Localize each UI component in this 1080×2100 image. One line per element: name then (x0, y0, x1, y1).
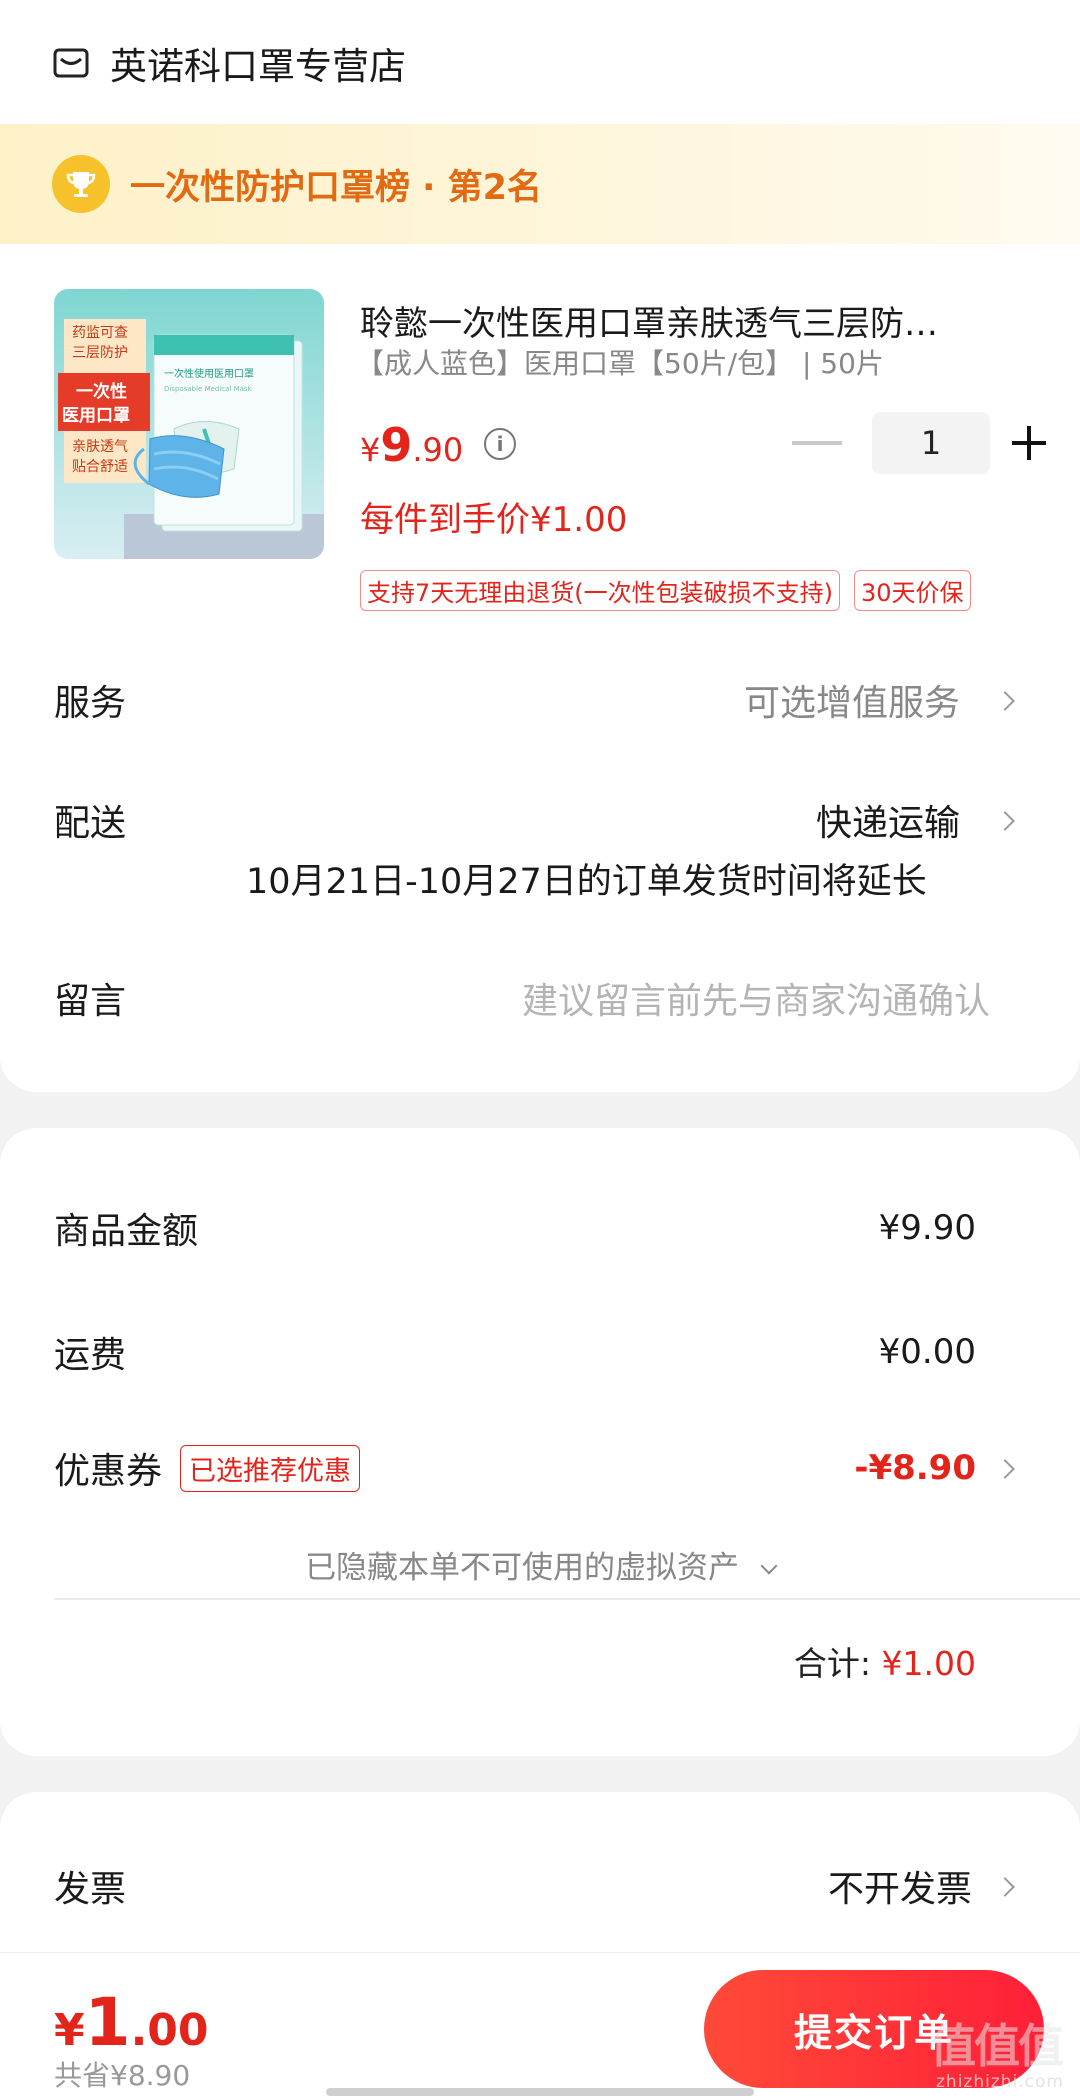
product-tags: 支持7天无理由退货(一次性包装破损不支持) 30天价保 (360, 570, 985, 611)
service-value: 可选增值服务 (743, 683, 960, 724)
goods-amount-value: ¥9.90 (878, 1208, 976, 1248)
price-protect-tag: 30天价保 (854, 570, 971, 611)
badge-line1: 药监可查 (72, 325, 128, 341)
order-item-card: 英诺科口罩专营店 一次性防护口罩榜 · 第2名 一次性使用医用口罩 Dispos… (0, 0, 1080, 1092)
service-label: 服务 (54, 683, 127, 724)
order-total: 合计: ¥1.00 (794, 1637, 976, 1685)
price-symbol: ¥ (360, 431, 381, 469)
invoice-row[interactable]: 发票 不开发票 (54, 1854, 1026, 1918)
invoice-label: 发票 (54, 1869, 127, 1910)
hidden-assets-text: 已隐藏本单不可使用的虚拟资产 (305, 1550, 740, 1586)
total-label: 合计: (793, 1644, 872, 1683)
bottom-price-int: 1 (84, 1984, 131, 2061)
divider (54, 1598, 1080, 1600)
decrease-button[interactable] (792, 441, 842, 445)
coupon-badge: 已选推荐优惠 (180, 1444, 361, 1492)
badge-line3: 亲肤透气 (72, 439, 128, 455)
chevron-right-icon (995, 691, 1015, 711)
badge-line4: 贴合舒适 (72, 459, 128, 475)
quantity-input[interactable]: 1 (872, 412, 990, 474)
coupon-value: -¥8.90 (854, 1448, 976, 1488)
store-icon (53, 48, 89, 78)
badge-line2: 三层防护 (72, 345, 128, 361)
saved-amount: 共省¥8.90 (54, 2059, 191, 2092)
badge-main2: 医用口罩 (62, 406, 130, 426)
product-price: ¥9.90 (360, 418, 463, 472)
invoice-value: 不开发票 (827, 1869, 972, 1910)
home-indicator[interactable] (326, 2088, 754, 2096)
bottom-price-symbol: ¥ (54, 2005, 85, 2056)
product-title[interactable]: 聆懿一次性医用口罩亲肤透气三层防… (360, 296, 1020, 345)
message-row[interactable]: 留言 建议留言前先与商家沟通确认 (54, 966, 1026, 1030)
delivery-note: 10月21日-10月27日的订单发货时间将延长 (246, 862, 927, 902)
message-label: 留言 (54, 981, 127, 1022)
store-header[interactable]: 英诺科口罩专营店 (52, 28, 406, 98)
increase-button[interactable] (1012, 426, 1046, 460)
delivery-row[interactable]: 配送 快递运输 (54, 788, 1026, 852)
coupon-row[interactable]: 优惠券 已选推荐优惠 -¥8.90 (54, 1436, 1026, 1500)
trophy-icon (52, 155, 110, 213)
chevron-right-icon (995, 811, 1015, 831)
watermark-url: zhizhizhi.com (936, 2072, 1064, 2092)
shipping-label: 运费 (54, 1335, 127, 1376)
chevron-right-icon (995, 1877, 1015, 1897)
delivery-label: 配送 (54, 803, 127, 844)
watermark-logo: 值值值 (930, 2019, 1064, 2073)
product-image[interactable]: 一次性使用医用口罩 Disposable Medical Mask 药监可查 三… (54, 289, 324, 559)
pack-en-text: Disposable Medical Mask (164, 385, 253, 393)
shipping-row: 运费 ¥0.00 (54, 1320, 1026, 1384)
rank-banner[interactable]: 一次性防护口罩榜 · 第2名 (0, 124, 1080, 244)
store-name: 英诺科口罩专营店 (110, 45, 406, 88)
unit-price: 每件到手价¥1.00 (360, 500, 628, 540)
total-value: ¥1.00 (881, 1644, 976, 1683)
info-icon[interactable]: i (484, 428, 516, 460)
goods-amount-label: 商品金额 (54, 1211, 199, 1252)
pack-cn-text: 一次性使用医用口罩 (164, 367, 254, 380)
coupon-label: 优惠券 (54, 1451, 163, 1492)
delivery-value: 快递运输 (815, 803, 960, 844)
bottom-price-dec: .00 (130, 2005, 209, 2056)
goods-amount-row: 商品金额 ¥9.90 (54, 1196, 1026, 1260)
chevron-down-icon (760, 1557, 778, 1575)
product-spec[interactable]: 【成人蓝色】医用口罩【50片/包】 | 50片 (356, 342, 884, 382)
message-input[interactable]: 建议留言前先与商家沟通确认 (522, 972, 990, 1024)
service-row[interactable]: 服务 可选增值服务 (54, 668, 1026, 732)
chevron-right-icon (995, 1459, 1015, 1479)
quantity-stepper: 1 (780, 412, 1046, 474)
return-policy-tag: 支持7天无理由退货(一次性包装破损不支持) (360, 570, 840, 611)
hidden-assets-toggle[interactable]: 已隐藏本单不可使用的虚拟资产 (0, 1542, 1080, 1587)
price-dec: .90 (412, 431, 464, 469)
badge-main1: 一次性 (76, 381, 127, 402)
rank-text: 一次性防护口罩榜 · 第2名 (130, 167, 543, 208)
shipping-value: ¥0.00 (878, 1332, 976, 1372)
price-int: 9 (380, 418, 413, 472)
bottom-total-price: ¥1.00 (54, 1984, 209, 2061)
